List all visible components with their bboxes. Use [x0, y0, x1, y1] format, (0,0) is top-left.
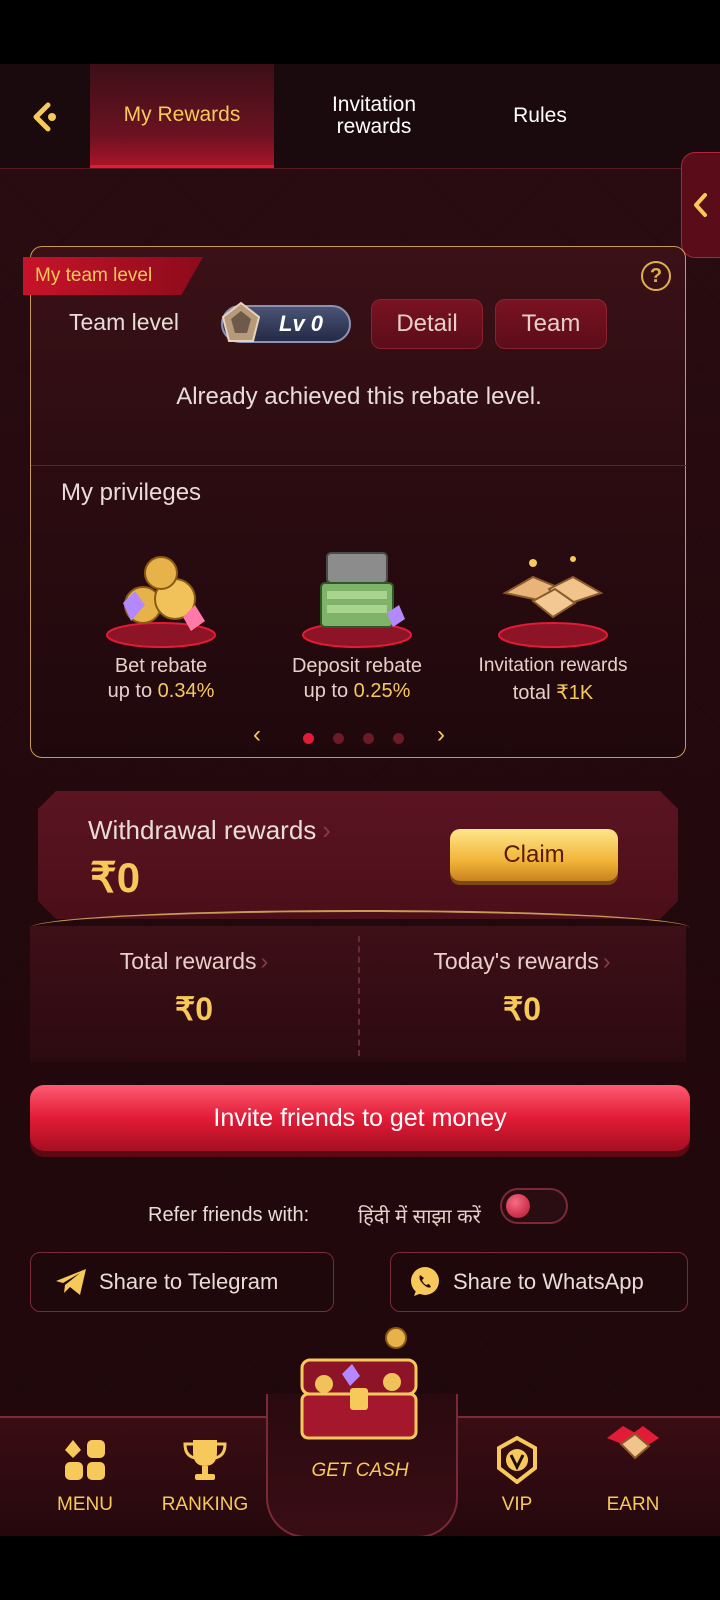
tab-invitation-rewards-label: Invitation rewards — [332, 94, 416, 138]
share-telegram-label: Share to Telegram — [99, 1269, 279, 1294]
refer-label: Refer friends with: — [148, 1204, 310, 1226]
top-tab-bar: My Rewards Invitation rewards Rules — [0, 64, 720, 169]
bet-rebate-value: up to 0.34% — [61, 680, 261, 703]
deposit-rebate-value: up to 0.25% — [257, 680, 457, 703]
team-level-ribbon: My team level — [23, 257, 203, 295]
telegram-icon — [53, 1264, 89, 1300]
hindi-share-toggle[interactable] — [500, 1188, 568, 1224]
invitation-rewards-value: total ₹1K — [453, 680, 653, 705]
invitation-rewards-title: Invitation rewards — [478, 655, 628, 676]
menu-grid-icon — [65, 1440, 105, 1480]
tab-rules[interactable]: Rules — [470, 64, 610, 168]
nav-vip[interactable]: VIP — [462, 1436, 572, 1536]
tab-rules-label: Rules — [513, 104, 567, 127]
nav-ranking-label: RANKING — [161, 1494, 249, 1515]
chevron-right-icon: › — [437, 721, 445, 748]
total-rewards-label: Total rewards — [119, 948, 257, 974]
tab-invitation-line1: Invitation — [331, 93, 417, 116]
team-ribbon-text: My team level — [35, 265, 153, 286]
bet-rebate-title: Bet rebate — [114, 655, 208, 677]
tab-invitation-line2: rewards — [336, 115, 412, 138]
rebate-status-text: Already achieved this rebate level. — [176, 383, 542, 410]
team-level-label: Team level — [69, 309, 179, 335]
todays-rewards-label: Today's rewards — [433, 948, 599, 974]
coins-gems-icon — [106, 556, 216, 648]
handshake-icon — [498, 556, 608, 648]
privilege-invitation-rewards: Invitation rewards total ₹1K — [453, 543, 653, 705]
chevron-right-icon: › — [602, 948, 611, 974]
handshake-icon — [607, 1426, 659, 1460]
deposit-rebate-prefix: up to — [303, 680, 354, 702]
invitation-rewards-amount: ₹1K — [556, 682, 594, 704]
withdrawal-amount: ₹0 — [90, 854, 141, 901]
bet-rebate-percent: 0.34% — [157, 680, 215, 702]
card-divider — [31, 465, 687, 466]
share-whatsapp-button[interactable]: Share to WhatsApp — [390, 1252, 688, 1312]
get-cash-label: GET CASH — [311, 1460, 409, 1481]
nav-earn-label: EARN — [606, 1494, 660, 1515]
invite-friends-button[interactable]: Invite friends to get money — [30, 1085, 690, 1151]
rewards-summary: Total rewards › ₹0 Today's rewards › ₹0 — [30, 926, 686, 1062]
invite-friends-label: Invite friends to get money — [213, 1103, 507, 1132]
carousel-dot-1[interactable] — [303, 733, 314, 744]
team-level-card: My team level ? Team level Lv 0 Detail T… — [23, 246, 687, 758]
vip-shield-icon — [497, 1436, 537, 1484]
nav-vip-label: VIP — [501, 1494, 533, 1515]
whatsapp-icon — [407, 1264, 443, 1300]
cash-chest-icon — [302, 552, 412, 648]
todays-rewards-link[interactable]: Today's rewards › — [358, 948, 686, 975]
carousel-dot-4[interactable] — [393, 733, 404, 744]
claim-button-label: Claim — [503, 841, 565, 868]
share-whatsapp-label: Share to WhatsApp — [453, 1269, 644, 1294]
nav-ranking[interactable]: RANKING — [150, 1436, 260, 1536]
nav-earn[interactable]: EARN — [578, 1426, 688, 1536]
trophy-icon — [183, 1440, 227, 1480]
help-icon[interactable]: ? — [641, 261, 671, 291]
nav-menu[interactable]: MENU — [30, 1436, 140, 1536]
bet-rebate-prefix: up to — [107, 680, 158, 702]
todays-rewards-value: ₹0 — [502, 991, 542, 1027]
withdrawal-rewards-link[interactable]: Withdrawal rewards › — [88, 815, 331, 846]
rewards-screen: My Rewards Invitation rewards Rules My t… — [0, 64, 720, 1536]
chevron-right-icon: › — [322, 815, 331, 845]
tab-my-rewards-label: My Rewards — [123, 102, 241, 126]
toggle-knob — [506, 1194, 530, 1218]
back-button[interactable] — [20, 92, 70, 142]
privileges-title: My privileges — [61, 479, 202, 506]
chevron-left-icon: ‹ — [253, 721, 261, 748]
level-gem-icon — [221, 301, 261, 342]
share-telegram-button[interactable]: Share to Telegram — [30, 1252, 334, 1312]
team-button[interactable]: Team — [495, 299, 607, 349]
carousel-dot-2[interactable] — [333, 733, 344, 744]
chevron-right-icon: › — [260, 948, 269, 974]
level-badge: Lv 0 — [221, 301, 351, 343]
detail-button[interactable]: Detail — [371, 299, 483, 349]
invitation-rewards-prefix: total — [512, 682, 557, 704]
withdrawal-rewards-title: Withdrawal rewards — [88, 815, 317, 845]
tab-my-rewards[interactable]: My Rewards — [90, 64, 274, 168]
privileges-next-button[interactable]: › — [437, 721, 445, 749]
withdrawal-rewards-panel: Withdrawal rewards › ₹0 Claim — [38, 791, 678, 919]
treasure-chest-icon — [300, 1327, 418, 1440]
total-rewards-link[interactable]: Total rewards › — [30, 948, 358, 975]
privileges-prev-button[interactable]: ‹ — [253, 721, 261, 749]
privilege-bet-rebate: Bet rebate up to 0.34% — [61, 543, 261, 703]
help-glyph: ? — [649, 264, 663, 287]
hindi-share-label: हिंदी में साझा करें — [358, 1206, 481, 1228]
total-rewards-value: ₹0 — [174, 991, 214, 1027]
team-button-label: Team — [521, 310, 581, 337]
detail-button-label: Detail — [396, 310, 458, 337]
carousel-dot-3[interactable] — [363, 733, 374, 744]
back-arrow-icon — [33, 102, 56, 132]
deposit-rebate-title: Deposit rebate — [291, 655, 423, 677]
claim-button[interactable]: Claim — [450, 829, 618, 881]
privilege-deposit-rebate: Deposit rebate up to 0.25% — [257, 543, 457, 703]
nav-menu-label: MENU — [57, 1494, 113, 1515]
deposit-rebate-percent: 0.25% — [353, 680, 411, 702]
chevron-left-icon — [694, 193, 707, 217]
level-badge-text: Lv 0 — [279, 311, 324, 336]
side-drawer-tab[interactable] — [681, 152, 720, 258]
tab-invitation-rewards[interactable]: Invitation rewards — [284, 64, 464, 168]
